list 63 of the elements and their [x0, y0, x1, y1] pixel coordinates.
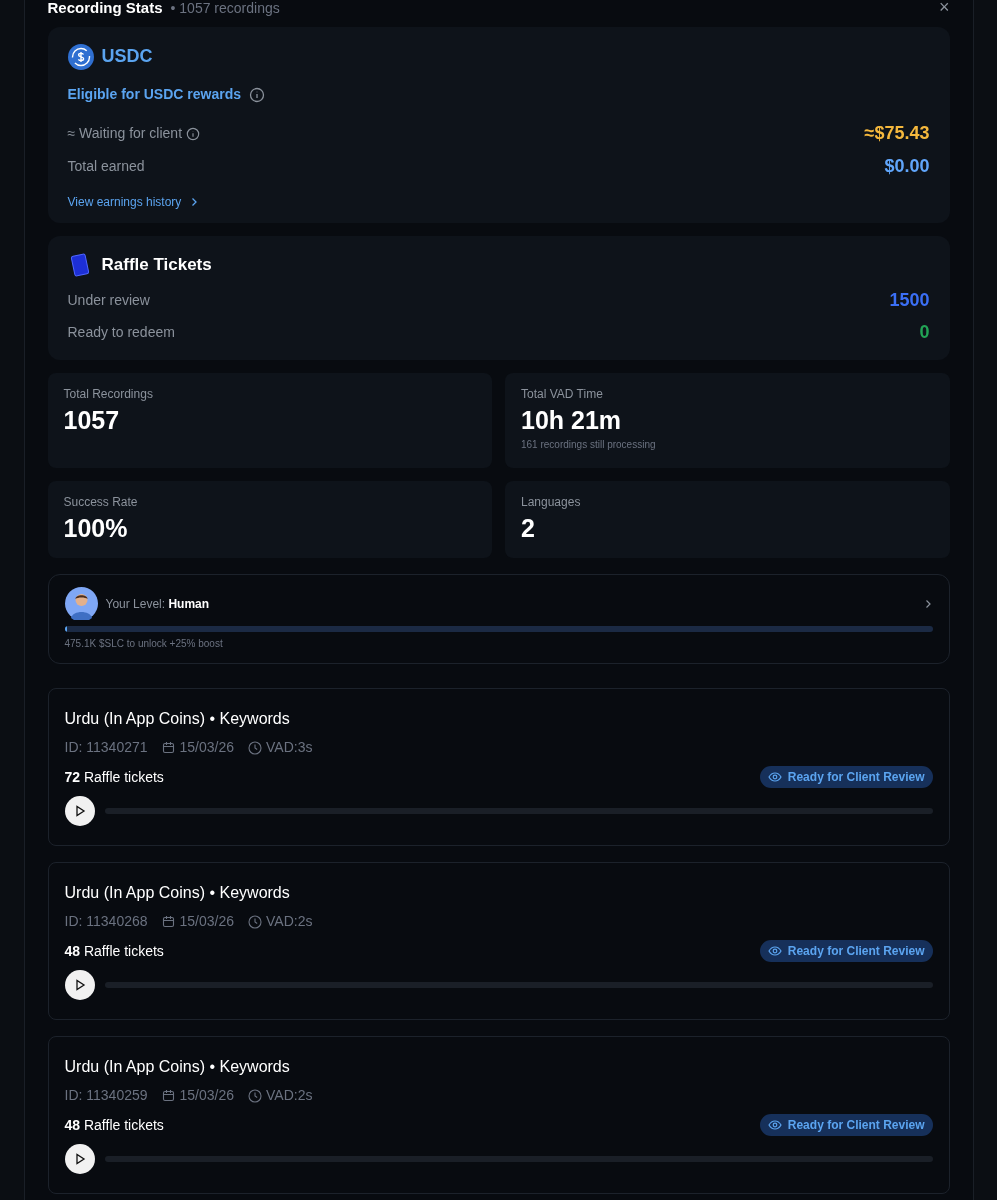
- play-button[interactable]: [64, 796, 95, 826]
- recording-id: ID: 11340268: [64, 912, 148, 931]
- recording-title: Urdu (In App Coins) • Keywords: [64, 883, 291, 903]
- recording-id: ID: 11340271: [64, 738, 148, 757]
- row-value: 0: [919, 320, 930, 344]
- stat-label: Total Recordings: [63, 386, 154, 403]
- status-badge: Ready for Client Review: [759, 1114, 933, 1136]
- stat-value: 2: [521, 513, 536, 544]
- recording-vad: VAD:3s: [266, 738, 313, 757]
- level-hint: 475.1K $SLC to unlock +25% boost: [64, 637, 224, 651]
- stat-note: 161 recordings still processing: [521, 438, 657, 452]
- dollar-coin-icon: [67, 43, 94, 70]
- recording-vad: VAD:2s: [266, 912, 313, 931]
- eye-icon: [767, 770, 782, 784]
- stat-label: Success Rate: [63, 494, 139, 511]
- stat-value: 1057: [63, 405, 121, 436]
- play-icon: [73, 805, 86, 817]
- raffle-title: Raffle Tickets: [101, 254, 212, 277]
- row-label: ≈ Waiting for client: [67, 124, 183, 143]
- info-icon: [249, 86, 265, 103]
- status-badge: Ready for Client Review: [759, 766, 933, 788]
- stat-value: 10h 21m: [521, 405, 623, 436]
- usdc-title: USDC: [101, 45, 153, 68]
- recording-date: 15/03/26: [179, 1086, 235, 1105]
- play-icon: [73, 979, 86, 991]
- row-value: 1500: [889, 288, 930, 312]
- recording-date: 15/03/26: [179, 912, 235, 931]
- level-label: Your Level: Human: [105, 595, 210, 613]
- close-button[interactable]: ×: [939, 0, 950, 16]
- stat-value: 100%: [63, 513, 129, 544]
- row-label: Ready to redeem: [67, 322, 175, 342]
- eligibility-text: Eligible for USDC rewards: [67, 85, 241, 104]
- raffle-ticket-count: 48 Raffle tickets: [64, 941, 164, 961]
- recordings-count: • 1057 recordings: [170, 0, 280, 15]
- raffle-ticket-count: 72 Raffle tickets: [64, 767, 164, 787]
- recording-title: Urdu (In App Coins) • Keywords: [64, 709, 291, 729]
- row-value: ≈$75.43: [864, 122, 930, 145]
- raffle-ticket-count: 48 Raffle tickets: [64, 1115, 164, 1135]
- calendar-icon: [161, 1089, 175, 1102]
- recording-id: ID: 11340259: [64, 1086, 148, 1105]
- stat-label: Total VAD Time: [521, 386, 604, 403]
- earnings-history-link[interactable]: View earnings history: [67, 193, 200, 211]
- status-badge: Ready for Client Review: [759, 940, 933, 962]
- calendar-icon: [161, 915, 175, 928]
- clock-icon: [248, 914, 263, 929]
- row-label: Under review: [67, 290, 150, 310]
- eye-icon: [767, 1118, 782, 1132]
- play-button[interactable]: [64, 970, 95, 1000]
- row-value: $0.00: [884, 155, 930, 178]
- panel-title: Recording Stats: [47, 0, 163, 15]
- play-icon: [73, 1153, 86, 1165]
- stat-label: Languages: [521, 494, 582, 511]
- clock-icon: [248, 740, 263, 755]
- avatar-icon: [64, 587, 98, 620]
- play-button[interactable]: [64, 1144, 95, 1174]
- recording-title: Urdu (In App Coins) • Keywords: [64, 1057, 291, 1077]
- clock-icon: [248, 1088, 263, 1103]
- row-label: Total earned: [67, 157, 145, 176]
- recording-date: 15/03/26: [179, 738, 235, 757]
- level-card[interactable]: Your Level: Human 475.1K $SLC to unlock +25% boost: [47, 574, 950, 664]
- recording-vad: VAD:2s: [266, 1086, 313, 1105]
- calendar-icon: [161, 741, 175, 754]
- eye-icon: [767, 944, 782, 958]
